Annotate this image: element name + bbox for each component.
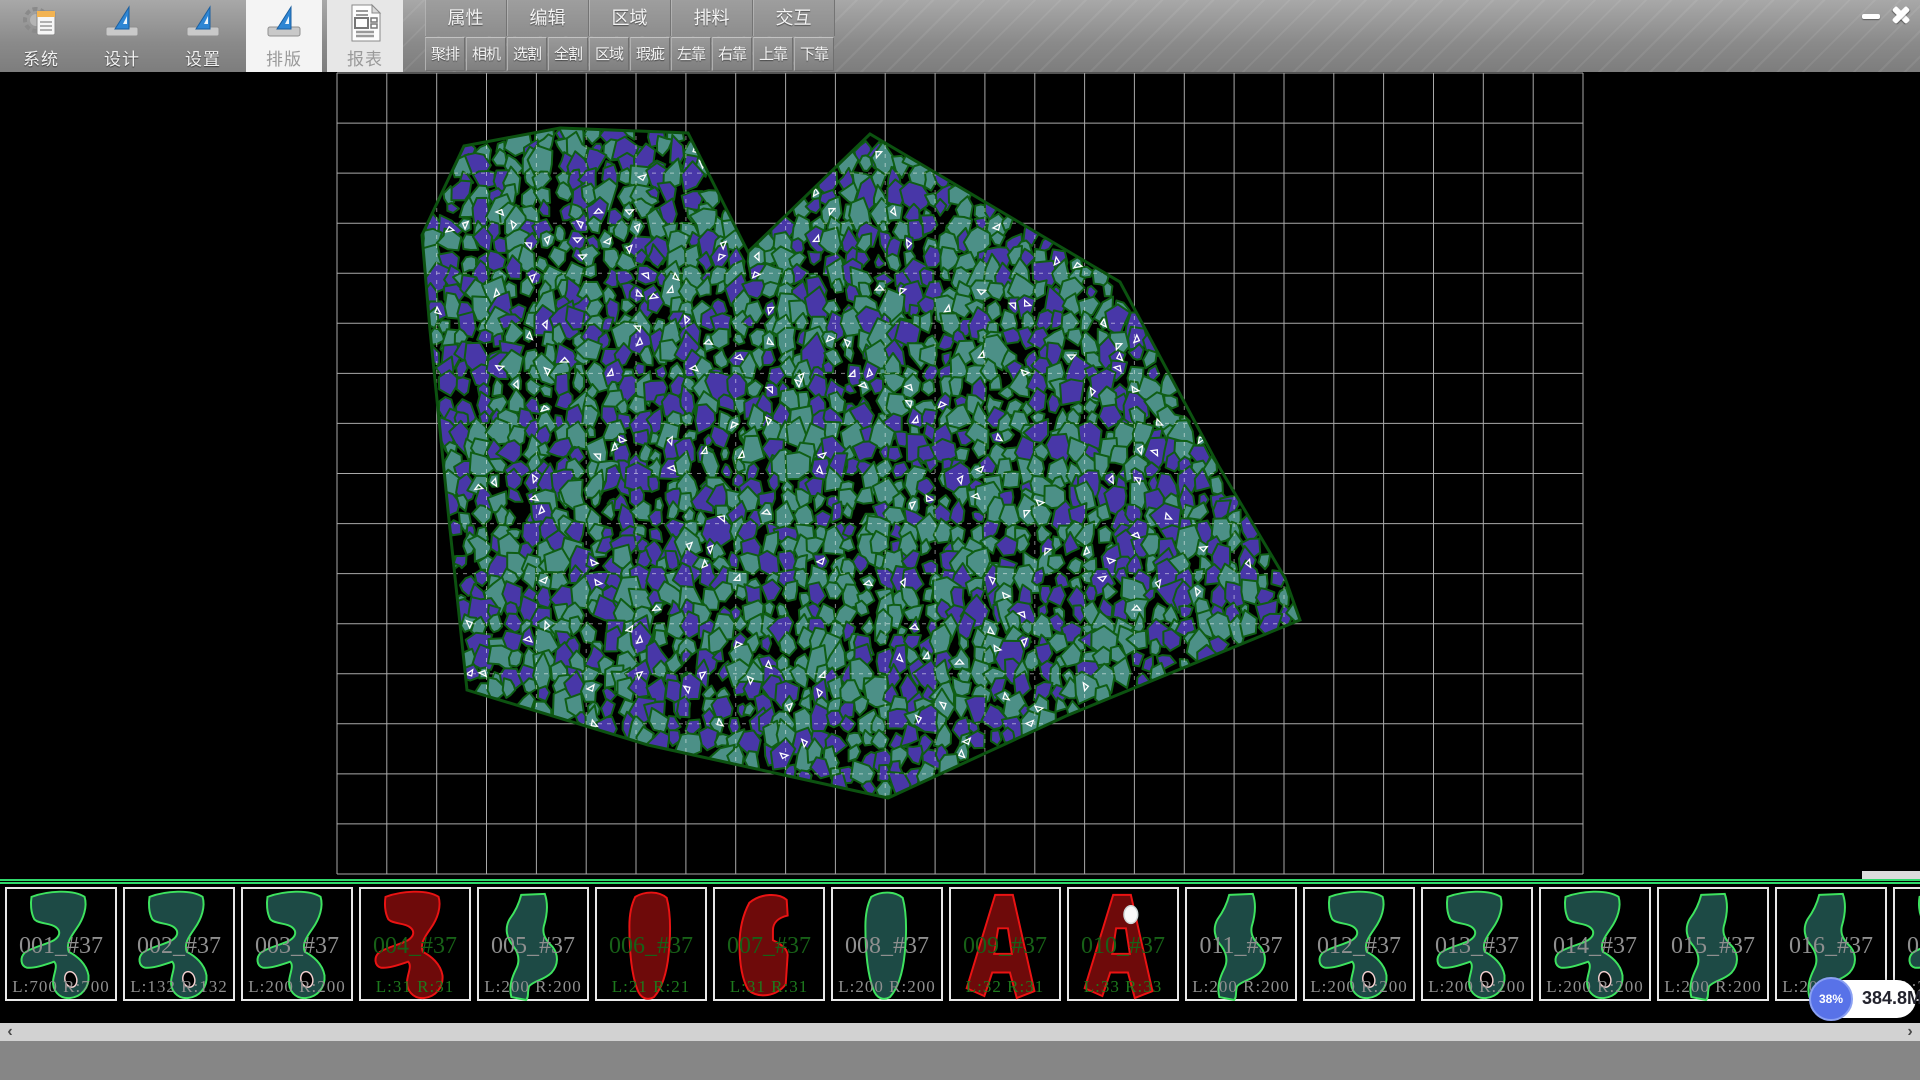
- app-button-2[interactable]: 设计: [84, 0, 160, 72]
- system-gear-icon: [21, 3, 61, 43]
- nesting-canvas[interactable]: [0, 72, 1920, 879]
- piece-name: 008_#37: [833, 933, 941, 960]
- piece-cell-006_#37[interactable]: 006_#37 L:21 R:21: [595, 887, 707, 1001]
- piece-lr-count: L:200 R:200: [1305, 977, 1413, 997]
- memory-badge: 38% 384.8M: [1812, 980, 1916, 1018]
- piece-lr-count: L:33 R:33: [1069, 977, 1177, 997]
- tool-button-5[interactable]: 区域: [589, 37, 629, 71]
- horizontal-scrollbar[interactable]: ‹ ›: [0, 1023, 1920, 1041]
- piece-name: 004_#37: [361, 933, 469, 960]
- piece-cell-007_#37[interactable]: 007_#37 L:31 R:31: [713, 887, 825, 1001]
- piece-cell-004_#37[interactable]: 004_#37 L:31 R:31: [359, 887, 471, 1001]
- piece-cell-009_#37[interactable]: 009_#37 L:32 R:31: [949, 887, 1061, 1001]
- piece-cell-001_#37[interactable]: 001_#37 L:700 R:700: [5, 887, 117, 1001]
- menu-item-3[interactable]: 区域: [589, 0, 671, 36]
- piece-name: 001_#37: [7, 933, 115, 960]
- piece-name: 015_#37: [1659, 933, 1767, 960]
- piece-lr-count: L:31 R:31: [361, 977, 469, 997]
- app-button-label: 设置: [165, 45, 241, 70]
- piece-name: 012_#37: [1305, 933, 1413, 960]
- close-icon[interactable]: [1888, 3, 1914, 27]
- piece-name: 014_#37: [1541, 933, 1649, 960]
- tool-button-6[interactable]: 瑕疵: [630, 37, 670, 71]
- piece-lr-count: L:200 R:200: [243, 977, 351, 997]
- app-button-label: 设计: [84, 45, 160, 70]
- menu-item-1[interactable]: 属性: [425, 0, 507, 36]
- scroll-left-icon[interactable]: ‹: [0, 1023, 20, 1041]
- piece-cell-005_#37[interactable]: 005_#37 L:200 R:200: [477, 887, 589, 1001]
- memory-percent-indicator: 38%: [1809, 977, 1853, 1021]
- scroll-right-icon[interactable]: ›: [1900, 1023, 1920, 1041]
- piece-name: 005_#37: [479, 933, 587, 960]
- nest-layout-svg: [0, 72, 1920, 879]
- tool-button-8[interactable]: 右靠: [712, 37, 752, 71]
- piece-lr-count: L:200 R:200: [1187, 977, 1295, 997]
- piece-cell-010_#37[interactable]: 010_#37 L:33 R:33: [1067, 887, 1179, 1001]
- tool-button-4[interactable]: 全割: [548, 37, 588, 71]
- piece-thumbnail-strip: 001_#37 L:700 R:700 002_#37 L:132 R:132 003_…: [0, 884, 1920, 1023]
- settings-ruler-icon: [183, 3, 223, 43]
- piece-cell-015_#37[interactable]: 015_#37 L:200 R:200: [1657, 887, 1769, 1001]
- top-toolbar: 系统设计设置排版报表 属性编辑区域排料交互 聚排相机选割全割区域瑕疵左靠右靠上靠…: [0, 0, 1920, 72]
- app-button-1[interactable]: 系统: [3, 0, 79, 72]
- piece-name: 010_#37: [1069, 933, 1177, 960]
- piece-name: 011_#37: [1187, 933, 1295, 960]
- piece-lr-count: L:21 R:21: [597, 977, 705, 997]
- menu-item-2[interactable]: 编辑: [507, 0, 589, 36]
- piece-name: 013_#37: [1423, 933, 1531, 960]
- piece-name: 006_#37: [597, 933, 705, 960]
- app-button-3[interactable]: 设置: [165, 0, 241, 72]
- menu-item-4[interactable]: 排料: [671, 0, 753, 36]
- tool-button-3[interactable]: 选割: [507, 37, 547, 71]
- tool-button-1[interactable]: 聚排: [425, 37, 465, 71]
- piece-lr-count: L:200 R:200: [833, 977, 941, 997]
- piece-lr-count: L:32 R:31: [951, 977, 1059, 997]
- app-button-label: 系统: [3, 45, 79, 70]
- piece-name: 007_#37: [715, 933, 823, 960]
- piece-name: 016_#37: [1777, 933, 1885, 960]
- piece-name: 009_#37: [951, 933, 1059, 960]
- piece-cell-013_#37[interactable]: 013_#37 L:200 R:200: [1421, 887, 1533, 1001]
- piece-cell-003_#37[interactable]: 003_#37 L:200 R:200: [241, 887, 353, 1001]
- menu-item-5[interactable]: 交互: [753, 0, 835, 36]
- app-window: 系统设计设置排版报表 属性编辑区域排料交互 聚排相机选割全割区域瑕疵左靠右靠上靠…: [0, 0, 1920, 1080]
- tool-button-2[interactable]: 相机: [466, 37, 506, 71]
- piece-cell-008_#37[interactable]: 008_#37 L:200 R:200: [831, 887, 943, 1001]
- piece-lr-count: L:132 R:132: [125, 977, 233, 997]
- layout-ruler-icon: [264, 3, 304, 43]
- app-button-label: 报表: [327, 45, 403, 70]
- tool-button-9[interactable]: 上靠: [753, 37, 793, 71]
- piece-name: 017_#37: [1895, 933, 1920, 960]
- piece-lr-count: L:200 R:200: [1659, 977, 1767, 997]
- piece-lr-count: L:700 R:700: [7, 977, 115, 997]
- tool-button-7[interactable]: 左靠: [671, 37, 711, 71]
- piece-cell-011_#37[interactable]: 011_#37 L:200 R:200: [1185, 887, 1297, 1001]
- design-ruler-icon: [102, 3, 142, 43]
- tool-button-10[interactable]: 下靠: [794, 37, 834, 71]
- piece-lr-count: L:200 R:200: [1423, 977, 1531, 997]
- memory-value: 384.8M: [1862, 988, 1920, 1009]
- app-button-4[interactable]: 排版: [246, 0, 322, 72]
- piece-cell-014_#37[interactable]: 014_#37 L:200 R:200: [1539, 887, 1651, 1001]
- app-button-5[interactable]: 报表: [327, 0, 403, 72]
- piece-lr-count: L:31 R:31: [715, 977, 823, 997]
- status-strip: [0, 1041, 1920, 1080]
- app-button-label: 排版: [246, 45, 322, 70]
- piece-cell-002_#37[interactable]: 002_#37 L:132 R:132: [123, 887, 235, 1001]
- piece-name: 003_#37: [243, 933, 351, 960]
- report-document-icon: [345, 3, 385, 43]
- piece-cell-012_#37[interactable]: 012_#37 L:200 R:200: [1303, 887, 1415, 1001]
- minimize-icon[interactable]: [1858, 3, 1884, 27]
- piece-name: 002_#37: [125, 933, 233, 960]
- strip-mini-scrollbar[interactable]: [1862, 871, 1920, 879]
- piece-lr-count: L:200 R:200: [479, 977, 587, 997]
- piece-lr-count: L:200 R:200: [1541, 977, 1649, 997]
